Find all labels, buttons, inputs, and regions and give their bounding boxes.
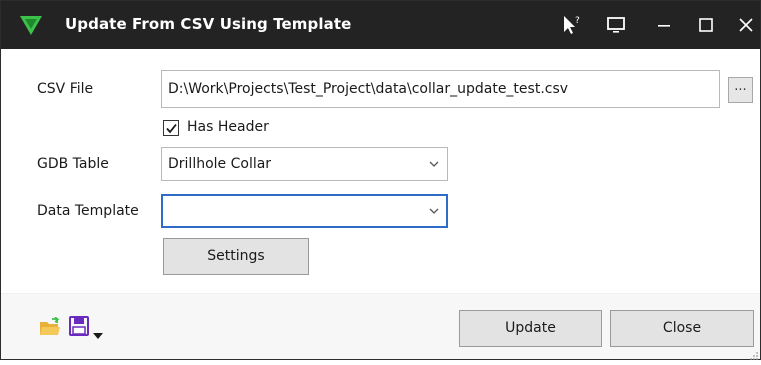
chevron-down-icon xyxy=(429,161,439,167)
save-options-chevron-icon[interactable] xyxy=(93,324,103,339)
browse-button[interactable]: ... xyxy=(728,77,753,103)
close-icon[interactable] xyxy=(734,13,758,37)
update-button[interactable]: Update xyxy=(459,310,602,347)
gdb-table-value: Drillhole Collar xyxy=(168,156,272,172)
chevron-down-icon xyxy=(429,208,439,214)
gdb-table-label: GDB Table xyxy=(37,156,109,172)
monitor-icon[interactable] xyxy=(604,13,628,37)
folder-open-icon[interactable] xyxy=(39,316,61,337)
save-icon[interactable] xyxy=(68,315,90,337)
help-pointer-icon[interactable]: ? xyxy=(559,13,583,37)
has-header-label: Has Header xyxy=(187,119,269,135)
minimize-icon[interactable] xyxy=(652,13,676,37)
data-template-select[interactable] xyxy=(161,194,448,228)
csv-file-label: CSV File xyxy=(37,81,94,97)
dialog-window: Update From CSV Using Template ? CSV Fil… xyxy=(0,0,761,360)
has-header-checkbox[interactable] xyxy=(163,120,179,136)
csv-file-input[interactable]: D:\Work\Projects\Test_Project\data\colla… xyxy=(161,70,720,108)
app-logo-icon xyxy=(19,14,43,36)
resize-grip-icon[interactable] xyxy=(749,346,759,360)
gdb-table-select[interactable]: Drillhole Collar xyxy=(161,147,448,181)
title-bar[interactable]: Update From CSV Using Template ? xyxy=(1,1,760,49)
maximize-icon[interactable] xyxy=(694,13,718,37)
settings-button[interactable]: Settings xyxy=(163,238,309,275)
data-template-label: Data Template xyxy=(37,203,139,219)
check-mark-icon xyxy=(166,123,177,134)
window-title: Update From CSV Using Template xyxy=(65,15,352,33)
close-button[interactable]: Close xyxy=(610,310,754,347)
svg-text:?: ? xyxy=(575,16,580,26)
